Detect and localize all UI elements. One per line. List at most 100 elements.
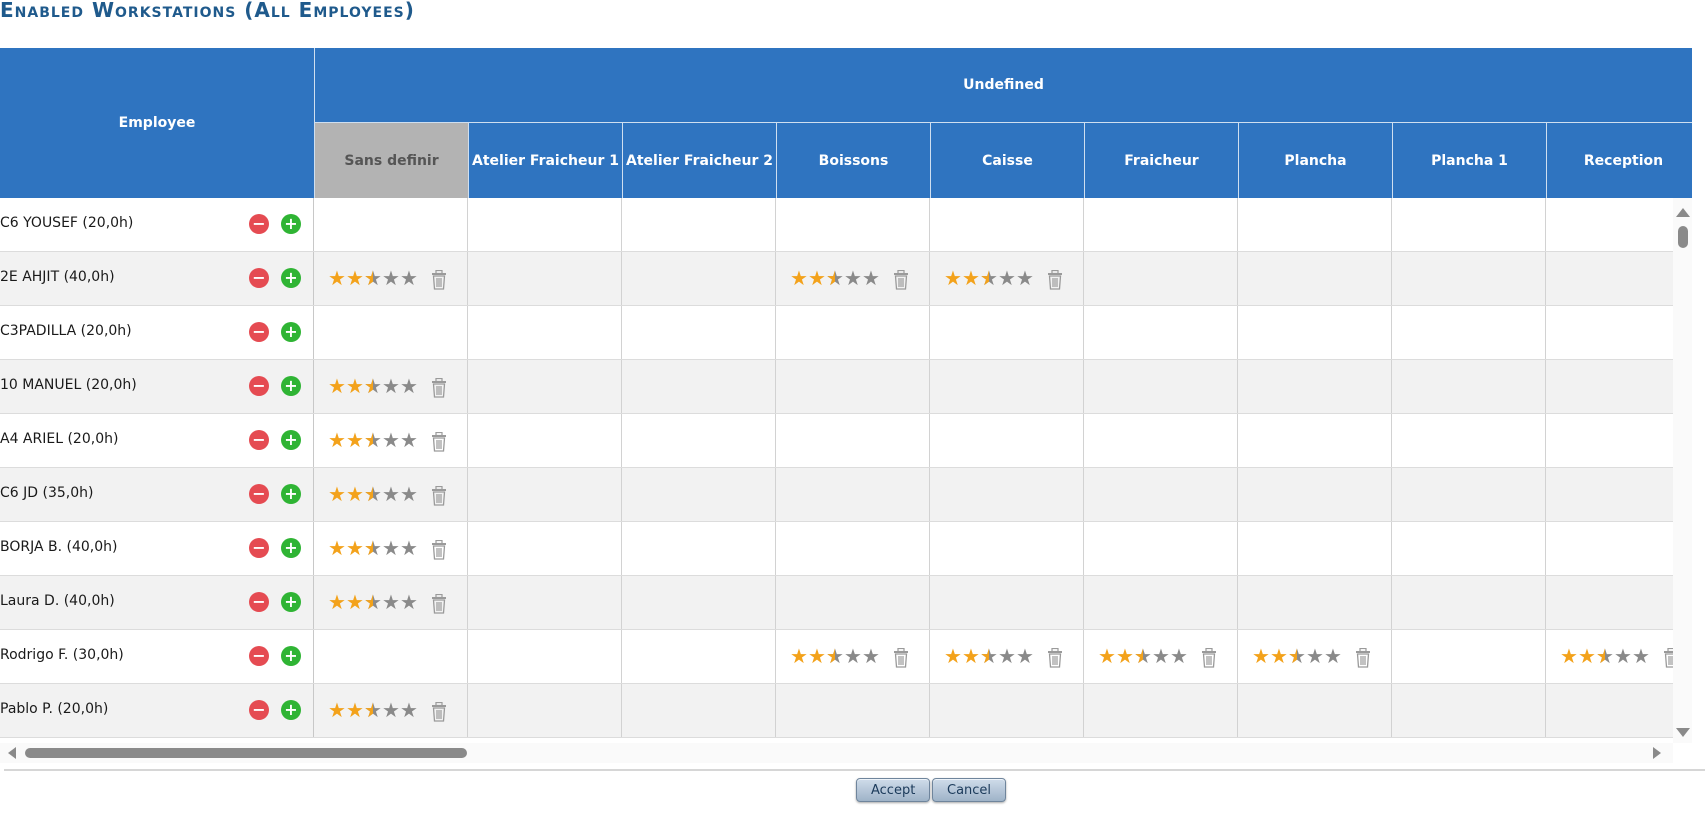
trash-icon[interactable]: [431, 377, 447, 398]
star-icon[interactable]: ★: [962, 646, 980, 666]
workstation-cell[interactable]: ★ ★ ★ ★ ★: [314, 360, 468, 413]
star-icon[interactable]: ★: [346, 484, 364, 504]
workstation-cell[interactable]: [622, 252, 776, 305]
workstation-cell[interactable]: ★ ★ ★ ★ ★: [1084, 630, 1238, 683]
star-icon[interactable]: ★: [844, 268, 862, 288]
workstation-cell[interactable]: [1392, 684, 1546, 737]
workstation-cell[interactable]: [468, 630, 622, 683]
add-circle-icon[interactable]: +: [281, 484, 301, 504]
star-icon[interactable]: ★: [1152, 646, 1170, 666]
trash-icon[interactable]: [1201, 647, 1217, 668]
star-icon[interactable]: ★: [1134, 646, 1152, 666]
star-icon[interactable]: ★: [980, 268, 998, 288]
workstation-cell[interactable]: [1084, 576, 1238, 629]
workstation-cell[interactable]: ★ ★ ★ ★ ★: [1238, 630, 1392, 683]
star-icon[interactable]: ★: [400, 376, 418, 396]
workstation-cell[interactable]: [1392, 360, 1546, 413]
trash-icon[interactable]: [1047, 269, 1063, 290]
vertical-scroll-thumb[interactable]: [1678, 226, 1688, 248]
workstation-cell[interactable]: [1392, 306, 1546, 359]
star-icon[interactable]: ★: [1596, 646, 1614, 666]
workstation-cell[interactable]: ★ ★ ★ ★ ★: [930, 630, 1084, 683]
workstation-cell[interactable]: [1546, 576, 1692, 629]
add-circle-icon[interactable]: +: [281, 646, 301, 666]
star-icon[interactable]: ★: [808, 268, 826, 288]
star-icon[interactable]: ★: [1614, 646, 1632, 666]
trash-icon[interactable]: [431, 431, 447, 452]
star-icon[interactable]: ★: [346, 700, 364, 720]
star-icon[interactable]: ★: [998, 268, 1016, 288]
workstation-cell[interactable]: ★ ★ ★ ★ ★: [314, 468, 468, 521]
workstation-cell[interactable]: [1546, 684, 1692, 737]
workstation-cell[interactable]: [314, 630, 468, 683]
trash-icon[interactable]: [431, 539, 447, 560]
workstation-cell[interactable]: [1392, 468, 1546, 521]
star-icon[interactable]: ★: [1578, 646, 1596, 666]
star-icon[interactable]: ★: [1116, 646, 1134, 666]
workstation-cell[interactable]: [776, 414, 930, 467]
remove-circle-icon[interactable]: −: [249, 484, 269, 504]
rating-stars[interactable]: ★ ★ ★ ★ ★: [1560, 646, 1650, 668]
rating-stars[interactable]: ★ ★ ★ ★ ★: [328, 376, 418, 398]
star-icon[interactable]: ★: [1252, 646, 1270, 666]
star-icon[interactable]: ★: [364, 484, 382, 504]
workstation-cell[interactable]: [776, 522, 930, 575]
star-icon[interactable]: ★: [1170, 646, 1188, 666]
workstation-cell[interactable]: [1392, 252, 1546, 305]
workstation-cell[interactable]: [930, 468, 1084, 521]
star-icon[interactable]: ★: [1270, 646, 1288, 666]
star-icon[interactable]: ★: [346, 376, 364, 396]
remove-circle-icon[interactable]: −: [249, 538, 269, 558]
vertical-scrollbar[interactable]: [1673, 198, 1692, 743]
workstation-cell[interactable]: [314, 198, 468, 251]
workstation-cell[interactable]: [1546, 522, 1692, 575]
workstation-cell[interactable]: [468, 522, 622, 575]
workstation-cell[interactable]: [776, 360, 930, 413]
workstation-cell[interactable]: ★ ★ ★ ★ ★: [314, 576, 468, 629]
workstation-cell[interactable]: [776, 576, 930, 629]
trash-icon[interactable]: [893, 647, 909, 668]
star-icon[interactable]: ★: [1560, 646, 1578, 666]
rating-stars[interactable]: ★ ★ ★ ★ ★: [328, 268, 418, 290]
rating-stars[interactable]: ★ ★ ★ ★ ★: [328, 538, 418, 560]
workstation-cell[interactable]: [1238, 522, 1392, 575]
star-icon[interactable]: ★: [1098, 646, 1116, 666]
trash-icon[interactable]: [431, 485, 447, 506]
add-circle-icon[interactable]: +: [281, 268, 301, 288]
star-icon[interactable]: ★: [808, 646, 826, 666]
workstation-cell[interactable]: [622, 630, 776, 683]
workstation-cell[interactable]: [1546, 198, 1692, 251]
star-icon[interactable]: ★: [862, 646, 880, 666]
star-icon[interactable]: ★: [400, 484, 418, 504]
star-icon[interactable]: ★: [400, 700, 418, 720]
workstation-cell[interactable]: [1084, 306, 1238, 359]
star-icon[interactable]: ★: [790, 268, 808, 288]
workstation-cell[interactable]: [1392, 414, 1546, 467]
star-icon[interactable]: ★: [998, 646, 1016, 666]
workstation-cell[interactable]: [622, 360, 776, 413]
star-icon[interactable]: ★: [400, 538, 418, 558]
rating-stars[interactable]: ★ ★ ★ ★ ★: [328, 430, 418, 452]
workstation-cell[interactable]: [622, 306, 776, 359]
star-icon[interactable]: ★: [1324, 646, 1342, 666]
star-icon[interactable]: ★: [346, 538, 364, 558]
star-icon[interactable]: ★: [826, 646, 844, 666]
workstation-cell[interactable]: [930, 684, 1084, 737]
add-circle-icon[interactable]: +: [281, 430, 301, 450]
horizontal-scrollbar[interactable]: [0, 743, 1673, 763]
workstation-cell[interactable]: [930, 522, 1084, 575]
workstation-cell[interactable]: ★ ★ ★ ★ ★: [776, 630, 930, 683]
star-icon[interactable]: ★: [944, 646, 962, 666]
workstation-cell[interactable]: [1084, 522, 1238, 575]
workstation-cell[interactable]: [1392, 576, 1546, 629]
workstation-cell[interactable]: [1238, 360, 1392, 413]
rating-stars[interactable]: ★ ★ ★ ★ ★: [1098, 646, 1188, 668]
workstation-cell[interactable]: [622, 414, 776, 467]
star-icon[interactable]: ★: [1306, 646, 1324, 666]
star-icon[interactable]: ★: [382, 430, 400, 450]
star-icon[interactable]: ★: [328, 592, 346, 612]
star-icon[interactable]: ★: [944, 268, 962, 288]
workstation-cell[interactable]: [1238, 684, 1392, 737]
add-circle-icon[interactable]: +: [281, 214, 301, 234]
workstation-cell[interactable]: ★ ★ ★ ★ ★: [314, 684, 468, 737]
